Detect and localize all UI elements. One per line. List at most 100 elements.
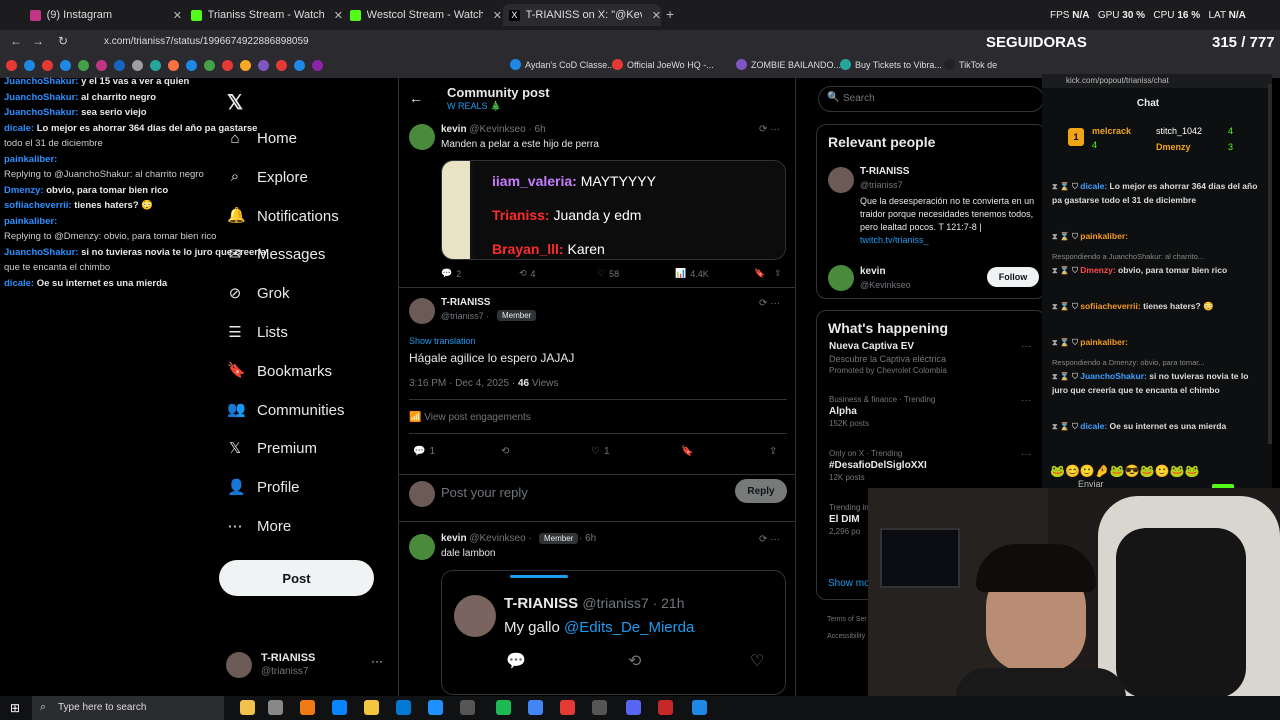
- bookmark-item[interactable]: TikTok de: [944, 59, 997, 70]
- taskbar-app-icon[interactable]: [364, 700, 379, 715]
- post-media[interactable]: iiam_valeria: MAYTYYYY Trianiss: Juanda y…: [441, 160, 786, 260]
- more-icon[interactable]: ···: [1021, 341, 1031, 352]
- bookmark-item[interactable]: ZOMBIE BAILANDO...: [736, 59, 841, 70]
- tab-trianiss-stream[interactable]: Trianiss Stream - Watch Live on ✕: [185, 4, 343, 26]
- bookmark-item[interactable]: Aydan's CoD Classe...: [510, 59, 615, 70]
- nav-item-premium[interactable]: 𝕏 Premium: [227, 440, 317, 457]
- reply-button[interactable]: 💬 1: [413, 446, 435, 457]
- nav-item-more[interactable]: ⋯ More: [227, 518, 292, 535]
- post-kevin-reply[interactable]: kevin @Kevinkseo · Member · 6h ⟳ ··· dal…: [399, 528, 795, 698]
- taskbar-app-icon[interactable]: [396, 700, 411, 715]
- chat-scrollbar[interactable]: [1268, 84, 1272, 444]
- view-engagements-link[interactable]: 📶 View post engagements: [409, 412, 531, 423]
- like-button[interactable]: ♡ 58: [597, 268, 619, 279]
- nav-item-profile[interactable]: 👤 Profile: [227, 479, 300, 496]
- bookmark-button[interactable]: 🔖: [754, 268, 765, 279]
- more-icon[interactable]: ⟳ ···: [759, 298, 780, 309]
- bookmark-icon[interactable]: [6, 60, 17, 71]
- bookmark-icon[interactable]: [150, 60, 161, 71]
- bookmark-icon[interactable]: [222, 60, 233, 71]
- show-translation-link[interactable]: Show translation: [409, 336, 476, 346]
- bookmark-icon[interactable]: [78, 60, 89, 71]
- more-icon[interactable]: ···: [1021, 449, 1031, 460]
- bookmark-icon[interactable]: [24, 60, 35, 71]
- taskbar-app-icon[interactable]: [332, 700, 347, 715]
- reply-icon[interactable]: 💬: [506, 651, 526, 671]
- share-button[interactable]: ⇪: [774, 268, 782, 279]
- footer-link[interactable]: Terms of Ser: [827, 616, 867, 623]
- windows-start-icon[interactable]: ⊞: [10, 701, 20, 715]
- nav-item-lists[interactable]: ☰ Lists: [227, 324, 288, 341]
- quoted-media[interactable]: T-RIANISS @trianiss7 · 21h My gallo @Edi…: [441, 570, 786, 695]
- bookmark-icon[interactable]: [186, 60, 197, 71]
- url-field[interactable]: x.com/trianiss7/status/19966749228868980…: [104, 36, 309, 47]
- taskbar-app-icon[interactable]: [496, 700, 511, 715]
- tab-westcol-stream[interactable]: Westcol Stream - Watch Live on ✕: [344, 4, 502, 26]
- bookmark-icon[interactable]: [294, 60, 305, 71]
- bookmark-button[interactable]: 🔖: [681, 446, 693, 457]
- bookmark-icon[interactable]: [240, 60, 251, 71]
- taskbar-app-icon[interactable]: [268, 700, 283, 715]
- back-arrow-icon[interactable]: ←: [409, 90, 423, 106]
- taskbar-app-icon[interactable]: [560, 700, 575, 715]
- taskbar-search[interactable]: ⌕ Type here to search: [32, 696, 224, 720]
- bookmark-item[interactable]: Official JoeWo HQ -...: [612, 59, 714, 70]
- like-button[interactable]: ♡ 1: [591, 446, 610, 457]
- more-icon[interactable]: ⟳ ···: [759, 534, 780, 545]
- footer-link[interactable]: Accessibility: [827, 633, 865, 640]
- tab-instagram[interactable]: (9) Instagram ✕: [24, 4, 182, 26]
- reply-button[interactable]: 💬 2: [441, 268, 461, 279]
- back-icon[interactable]: ←: [10, 34, 22, 48]
- close-tab-icon[interactable]: ✕: [173, 9, 182, 22]
- bookmark-item[interactable]: Buy Tickets to Vibra...: [840, 59, 942, 70]
- close-tab-icon[interactable]: ✕: [493, 9, 502, 22]
- taskbar-app-icon[interactable]: [460, 700, 475, 715]
- like-icon[interactable]: ♡: [750, 651, 764, 671]
- taskbar-app-icon[interactable]: [592, 700, 607, 715]
- trend-item[interactable]: Only on X · Trending #DesafioDelSigloXXI 1…: [829, 449, 1039, 482]
- repost-icon[interactable]: ⟲: [628, 651, 641, 671]
- taskbar-app-icon[interactable]: [692, 700, 707, 715]
- forward-icon[interactable]: →: [32, 34, 44, 48]
- post-button[interactable]: Post: [219, 560, 374, 596]
- taskbar-app-icon[interactable]: [428, 700, 443, 715]
- show-more-link[interactable]: Show mo: [828, 578, 870, 589]
- bookmark-icon[interactable]: [276, 60, 287, 71]
- new-tab-button[interactable]: +: [666, 6, 674, 22]
- nav-item-bookmarks[interactable]: 🔖 Bookmarks: [227, 363, 332, 380]
- reply-button[interactable]: Reply: [735, 479, 787, 503]
- emote-bar[interactable]: 🐸😊🙂🤌🐸😎🐸🙂🐸🐸: [1050, 464, 1250, 478]
- search-box[interactable]: 🔍 Search: [818, 86, 1044, 112]
- views-button[interactable]: 📊 4.4K: [675, 268, 709, 279]
- grok-icon[interactable]: ⟳ ···: [759, 124, 780, 135]
- bookmark-icon[interactable]: [60, 60, 71, 71]
- bookmark-icon[interactable]: [312, 60, 323, 71]
- bookmark-icon[interactable]: [204, 60, 215, 71]
- follow-button[interactable]: Follow: [987, 267, 1039, 287]
- reload-icon[interactable]: ↻: [58, 34, 68, 48]
- taskbar-app-icon[interactable]: [300, 700, 315, 715]
- trend-item[interactable]: Nueva Captiva EV Descubre la Captiva eléc…: [829, 341, 1039, 375]
- taskbar-app-icon[interactable]: [528, 700, 543, 715]
- taskbar-app-icon[interactable]: [240, 700, 255, 715]
- bookmark-icon[interactable]: [114, 60, 125, 71]
- post-kevin[interactable]: kevin @Kevinkseo · 6h ⟳ ··· Manden a pel…: [399, 118, 795, 288]
- repost-button[interactable]: ⟲ 4: [519, 268, 536, 279]
- more-icon[interactable]: ···: [371, 654, 383, 668]
- close-tab-icon[interactable]: ✕: [652, 9, 661, 22]
- bookmark-icon[interactable]: [168, 60, 179, 71]
- bookmark-icon[interactable]: [96, 60, 107, 71]
- bookmark-icon[interactable]: [42, 60, 53, 71]
- account-switcher[interactable]: T-RIANISS @trianiss7 ···: [226, 650, 391, 684]
- nav-item-communities[interactable]: 👥 Communities: [227, 402, 345, 419]
- taskbar-app-icon[interactable]: [626, 700, 641, 715]
- close-tab-icon[interactable]: ✕: [334, 9, 343, 22]
- repost-button[interactable]: ⟲: [501, 446, 509, 457]
- bookmark-icon[interactable]: [132, 60, 143, 71]
- tab-x-post[interactable]: X T-RIANISS on X: "@Kevinkseo H ✕: [503, 4, 661, 26]
- reply-input[interactable]: Post your reply: [441, 485, 528, 500]
- taskbar-app-icon[interactable]: [658, 700, 673, 715]
- community-name[interactable]: W REALS 🎄: [447, 101, 501, 112]
- more-icon[interactable]: ···: [1021, 395, 1031, 406]
- bookmark-icon[interactable]: [258, 60, 269, 71]
